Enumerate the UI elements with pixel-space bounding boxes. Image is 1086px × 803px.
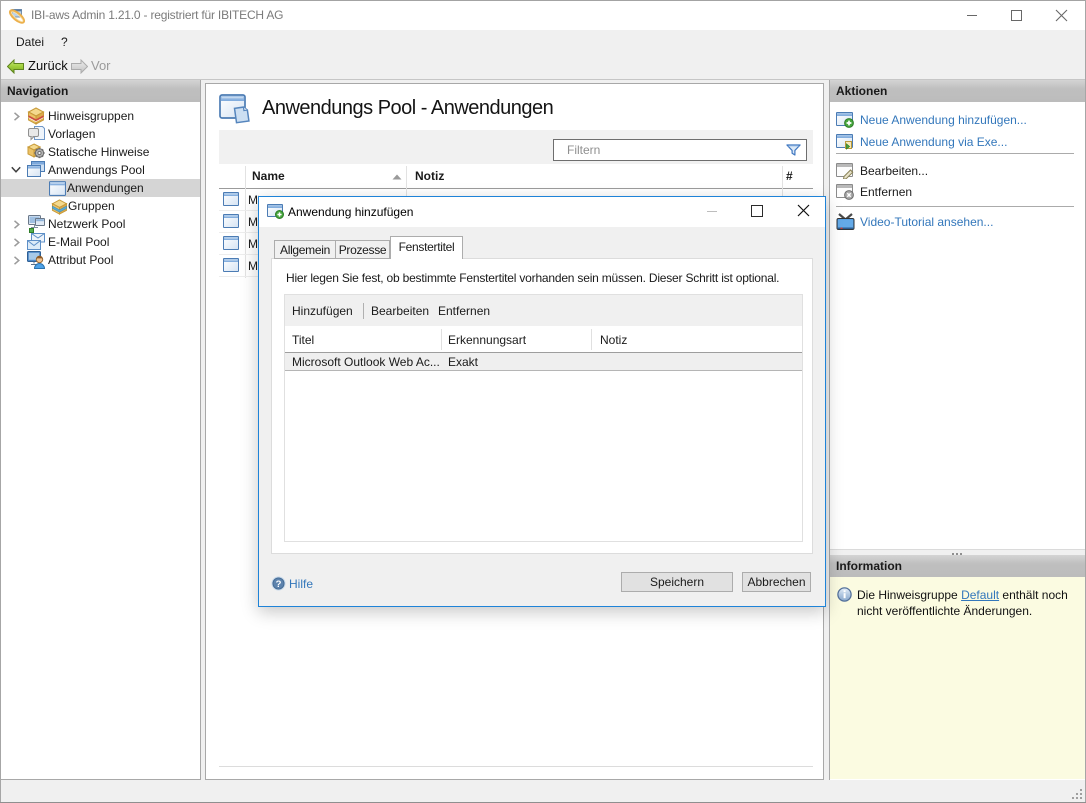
svg-text:?: ? [276,579,282,590]
